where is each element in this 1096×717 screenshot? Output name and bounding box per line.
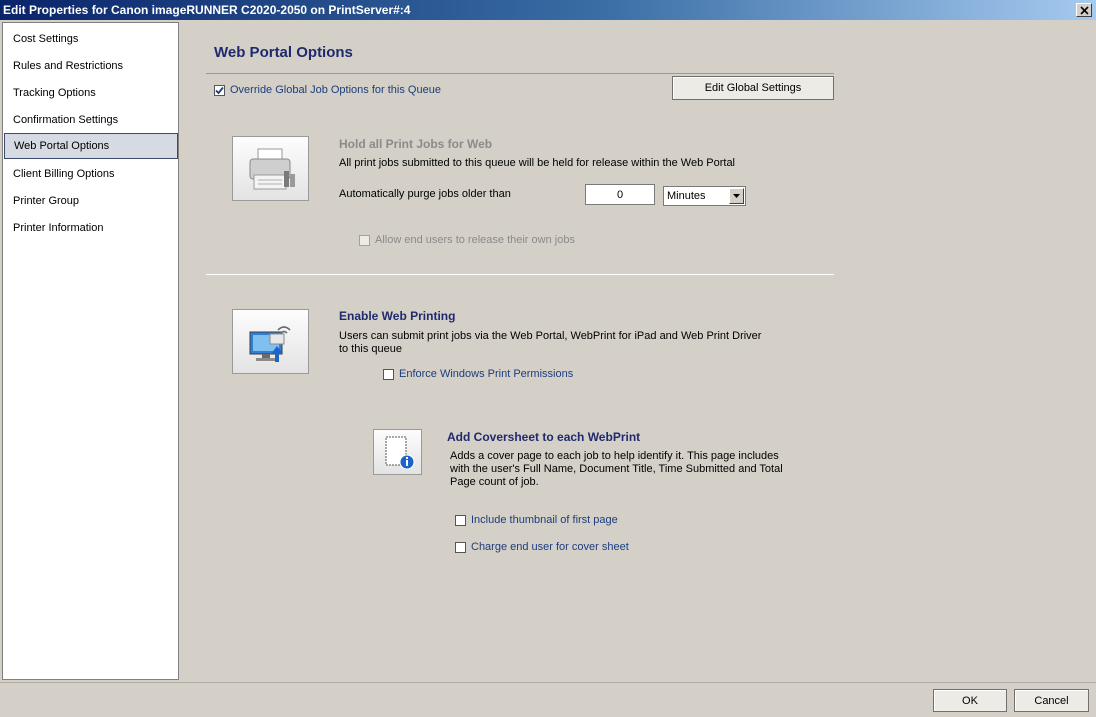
sidebar: Cost Settings Rules and Restrictions Tra… — [2, 22, 179, 680]
charge-coversheet-row[interactable]: Charge end user for cover sheet — [455, 541, 629, 553]
hold-jobs-title: Hold all Print Jobs for Web — [339, 137, 493, 151]
chevron-down-icon — [733, 194, 740, 198]
allow-release-row[interactable]: Allow end users to release their own job… — [359, 234, 575, 247]
top-divider — [206, 73, 834, 74]
checkmark-icon — [215, 86, 224, 94]
sidebar-item-rules-and-restrictions[interactable]: Rules and Restrictions — [4, 53, 178, 79]
close-button[interactable] — [1076, 3, 1092, 17]
purge-unit-value: Minutes — [667, 190, 706, 202]
dropdown-arrow-button[interactable] — [729, 188, 744, 204]
coversheet-icon-box — [373, 429, 422, 475]
coversheet-title: Add Coversheet to each WebPrint — [447, 430, 641, 444]
web-printing-description-2: to this queue — [339, 343, 402, 355]
main-panel: Web Portal Options Override Global Job O… — [180, 22, 1096, 682]
thumbnail-row[interactable]: Include thumbnail of first page — [455, 514, 618, 526]
sidebar-item-printer-group[interactable]: Printer Group — [4, 188, 178, 214]
charge-coversheet-label[interactable]: Charge end user for cover sheet — [471, 541, 629, 553]
purge-value-input[interactable]: 0 — [585, 184, 655, 205]
coversheet-description-1: Adds a cover page to each job to help id… — [450, 450, 779, 462]
page-title: Web Portal Options — [214, 44, 353, 61]
web-print-icon — [249, 325, 291, 362]
allow-release-checkbox[interactable] — [359, 235, 370, 246]
printer-icon — [249, 148, 295, 189]
enforce-permissions-label[interactable]: Enforce Windows Print Permissions — [399, 368, 573, 380]
sidebar-item-client-billing-options[interactable]: Client Billing Options — [4, 161, 178, 187]
web-printing-icon-box — [232, 309, 309, 374]
ok-button[interactable]: OK — [933, 689, 1007, 712]
sidebar-item-confirmation-settings[interactable]: Confirmation Settings — [4, 107, 178, 133]
coversheet-description-2: with the user's Full Name, Document Titl… — [450, 463, 783, 475]
enforce-permissions-checkbox[interactable] — [383, 368, 394, 380]
edit-global-settings-button[interactable]: Edit Global Settings — [672, 76, 834, 100]
window-title: Edit Properties for Canon imageRUNNER C2… — [3, 3, 411, 17]
section-divider — [206, 274, 834, 275]
window-titlebar: Edit Properties for Canon imageRUNNER C2… — [0, 0, 1096, 20]
enforce-permissions-row[interactable]: Enforce Windows Print Permissions — [383, 368, 573, 380]
purge-unit-select[interactable]: Minutes — [663, 186, 746, 206]
thumbnail-checkbox[interactable] — [455, 514, 466, 526]
purge-label: Automatically purge jobs older than — [339, 188, 511, 200]
override-checkbox[interactable] — [214, 84, 225, 96]
hold-jobs-icon-box — [232, 136, 309, 201]
sidebar-item-cost-settings[interactable]: Cost Settings — [4, 26, 178, 52]
sidebar-item-tracking-options[interactable]: Tracking Options — [4, 80, 178, 106]
close-icon — [1079, 5, 1089, 15]
sidebar-item-web-portal-options[interactable]: Web Portal Options — [4, 133, 178, 159]
override-row[interactable]: Override Global Job Options for this Que… — [214, 84, 441, 96]
footer-bar: OK Cancel — [0, 682, 1096, 717]
coversheet-icon — [385, 436, 414, 470]
cancel-button[interactable]: Cancel — [1014, 689, 1089, 712]
allow-release-label[interactable]: Allow end users to release their own job… — [375, 234, 575, 247]
charge-coversheet-checkbox[interactable] — [455, 541, 466, 553]
web-printing-title: Enable Web Printing — [339, 309, 456, 323]
web-printing-description-1: Users can submit print jobs via the Web … — [339, 330, 762, 342]
coversheet-description-3: Page count of job. — [450, 476, 539, 488]
override-label[interactable]: Override Global Job Options for this Que… — [230, 84, 441, 96]
hold-jobs-description: All print jobs submitted to this queue w… — [339, 157, 736, 169]
thumbnail-label[interactable]: Include thumbnail of first page — [471, 514, 618, 526]
sidebar-item-printer-information[interactable]: Printer Information — [4, 215, 178, 241]
